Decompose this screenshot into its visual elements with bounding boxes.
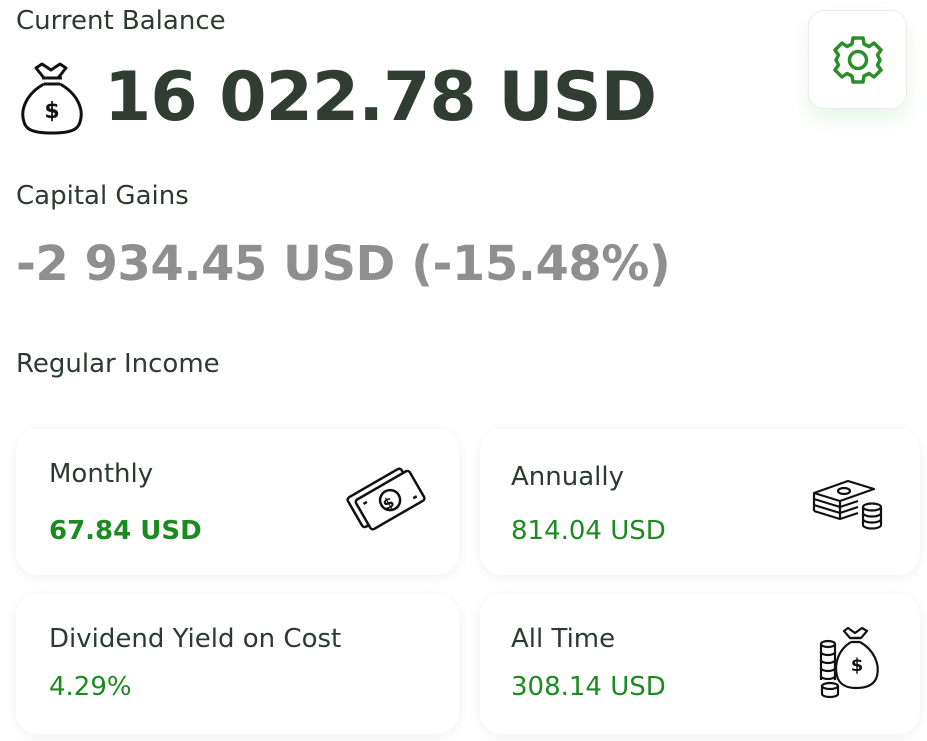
gear-icon — [832, 35, 883, 84]
balance-row: $ 16 022.78 USD — [18, 58, 657, 137]
monthly-title: Monthly — [49, 459, 154, 489]
all-time-value: 308.14 USD — [511, 672, 666, 702]
capital-gains-value: -2 934.45 USD (-15.48%) — [16, 236, 671, 292]
money-bag-coins-icon: $ — [819, 626, 879, 699]
annual-income-card[interactable]: Annually 814.04 USD — [480, 429, 920, 575]
all-time-title: All Time — [511, 624, 616, 654]
monthly-value: 67.84 USD — [49, 516, 202, 546]
money-bag-icon: $ — [21, 62, 83, 135]
annually-title: Annually — [511, 462, 624, 492]
annually-value: 814.04 USD — [511, 516, 666, 546]
current-balance-value: 16 022.78 USD — [104, 58, 657, 137]
yield-value: 4.29% — [49, 672, 132, 702]
regular-income-label: Regular Income — [16, 349, 220, 379]
dividend-yield-card[interactable]: Dividend Yield on Cost 4.29% — [16, 594, 459, 734]
monthly-income-card[interactable]: Monthly 67.84 USD $ — [16, 429, 459, 575]
banknotes-icon: $ — [346, 467, 426, 531]
all-time-income-card[interactable]: All Time 308.14 USD $ — [480, 594, 920, 734]
svg-text:$: $ — [851, 655, 864, 676]
yield-title: Dividend Yield on Cost — [49, 624, 342, 654]
current-balance-label: Current Balance — [16, 6, 226, 36]
settings-button[interactable] — [808, 10, 907, 109]
svg-text:$: $ — [44, 99, 59, 124]
capital-gains-label: Capital Gains — [16, 181, 189, 211]
cash-stack-icon — [812, 479, 883, 530]
income-dashboard: Current Balance $ 16 022.78 USD Capital … — [0, 0, 927, 741]
